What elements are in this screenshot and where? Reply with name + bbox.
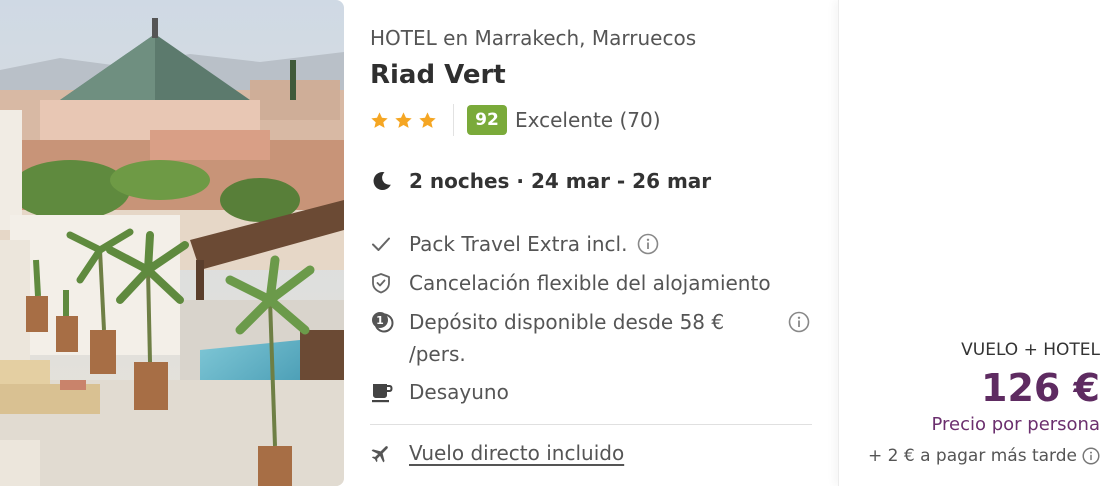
review-score-text[interactable]: Excelente (70) [515, 108, 661, 132]
feature-flexible-cancellation: Cancelación flexible del alojamiento [370, 267, 771, 299]
hotel-info: HOTEL en Marrakech, Marruecos Riad Vert … [370, 0, 814, 486]
info-icon[interactable] [637, 233, 659, 255]
hotel-photo[interactable] [0, 0, 344, 486]
svg-text:1: 1 [376, 314, 384, 327]
direct-flight-link[interactable]: Vuelo directo incluido [409, 437, 624, 469]
feature-pack-travel-extra: Pack Travel Extra incl. [370, 228, 659, 260]
rating-row: 92 Excelente (70) [370, 104, 661, 136]
feature-label: Cancelación flexible del alojamiento [409, 271, 771, 295]
feature-direct-flight[interactable]: Vuelo directo incluido [370, 437, 624, 469]
hotel-stars [370, 111, 437, 130]
review-score-badge[interactable]: 92 [467, 105, 507, 135]
deposit-coin-icon: 1 [372, 312, 394, 333]
rating-divider [453, 104, 454, 136]
coffee-cup-icon [372, 384, 393, 403]
feature-deposit: 1 Depósito disponible desde 58 € /pers. [370, 306, 810, 370]
hotel-offer-card[interactable]: HOTEL en Marrakech, Marruecos Riad Vert … [0, 0, 1120, 486]
star-icon [419, 111, 436, 128]
price-per-person-label: Precio por persona [931, 414, 1100, 435]
feature-label: Pack Travel Extra incl. [409, 232, 628, 256]
stay-summary: 2 noches · 24 mar - 26 mar [370, 166, 711, 196]
feature-breakfast: Desayuno [370, 376, 509, 408]
info-icon[interactable] [1082, 447, 1100, 465]
check-icon [372, 237, 390, 251]
stay-dates: 2 noches · 24 mar - 26 mar [409, 169, 712, 193]
package-type: VUELO + HOTEL [961, 340, 1100, 360]
feature-label: Depósito disponible desde 58 € /pers. [409, 310, 725, 366]
moon-icon [373, 171, 391, 190]
price-extra-fee: + 2 € a pagar más tarde [868, 446, 1100, 466]
star-icon [395, 111, 412, 128]
star-icon [371, 111, 388, 128]
extra-fee-text: + 2 € a pagar más tarde [868, 446, 1077, 466]
info-icon[interactable] [788, 311, 810, 333]
price-panel[interactable]: VUELO + HOTEL 126 € Precio por persona +… [838, 0, 1120, 486]
price-value: 126 € [981, 366, 1100, 410]
hotel-location: HOTEL en Marrakech, Marruecos [370, 26, 697, 50]
features-divider [370, 424, 812, 425]
riad-rooftop-image [0, 0, 344, 486]
shield-check-icon [372, 273, 390, 294]
hotel-name[interactable]: Riad Vert [370, 60, 506, 90]
feature-label: Desayuno [409, 380, 509, 404]
airplane-icon [371, 446, 388, 463]
